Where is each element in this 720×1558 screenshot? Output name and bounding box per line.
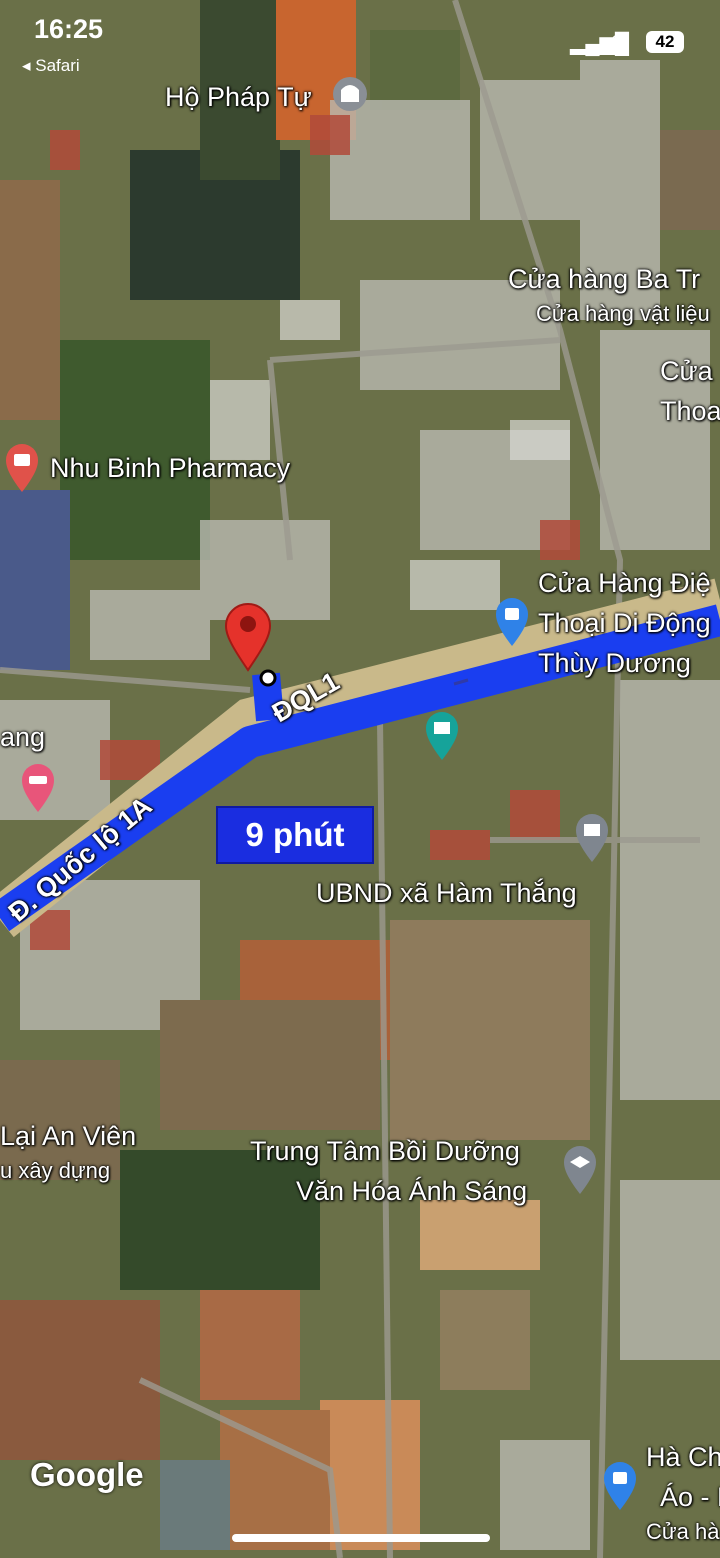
route-duration-badge[interactable]: 9 phút [216, 806, 374, 864]
temple-icon[interactable] [333, 77, 367, 111]
place-label-temple[interactable]: Hộ Pháp Tự [165, 84, 312, 111]
place-label-ha[interactable]: Hà Ch [646, 1444, 720, 1471]
home-indicator[interactable] [232, 1534, 490, 1542]
place-label-training-center[interactable]: Trung Tâm Bồi Dưỡng [250, 1138, 520, 1165]
place-label-phone-store-2: Thoại Di Động [538, 608, 711, 638]
place-label-commune[interactable]: UBND xã Hàm Thắng [316, 880, 577, 907]
place-label-store1[interactable]: Cửa hàng Ba Tr [508, 266, 700, 293]
status-time: 16:25 [34, 14, 104, 44]
place-label-store1-sub: Cửa hàng vật liệu [536, 301, 710, 326]
place-label-ha-2: Áo - N [660, 1482, 720, 1512]
bare-field [390, 920, 590, 1140]
back-to-safari-link[interactable]: ◂ Safari [22, 56, 80, 76]
orchard-field [60, 340, 210, 560]
place-label-phone-store-3: Thùy Dương [538, 648, 691, 678]
place-label-pharmacy[interactable]: Nhu Binh Pharmacy [50, 455, 290, 482]
place-label-training-center-2: Văn Hóa Ánh Sáng [296, 1176, 528, 1206]
google-logo: Google [30, 1456, 144, 1493]
place-label-store2[interactable]: Cửa [660, 358, 713, 385]
place-label-store2-sub: Thoa [660, 396, 720, 426]
origin-dot-icon [259, 669, 277, 687]
place-label-lai-an-vien-sub: u xây dựng [0, 1158, 111, 1183]
place-label-lai-an-vien[interactable]: Lại An Viên [0, 1123, 136, 1150]
satellite-map[interactable] [0, 0, 720, 1558]
wifi-icon: ◠ [610, 28, 630, 53]
solar-roof [0, 490, 70, 670]
place-label-phone-store[interactable]: Cửa Hàng Điệ [538, 570, 711, 597]
place-label-ha-3: Cửa hà [646, 1519, 720, 1544]
battery-icon: 42 [646, 31, 684, 53]
place-label-left-partial: ang [0, 722, 46, 752]
